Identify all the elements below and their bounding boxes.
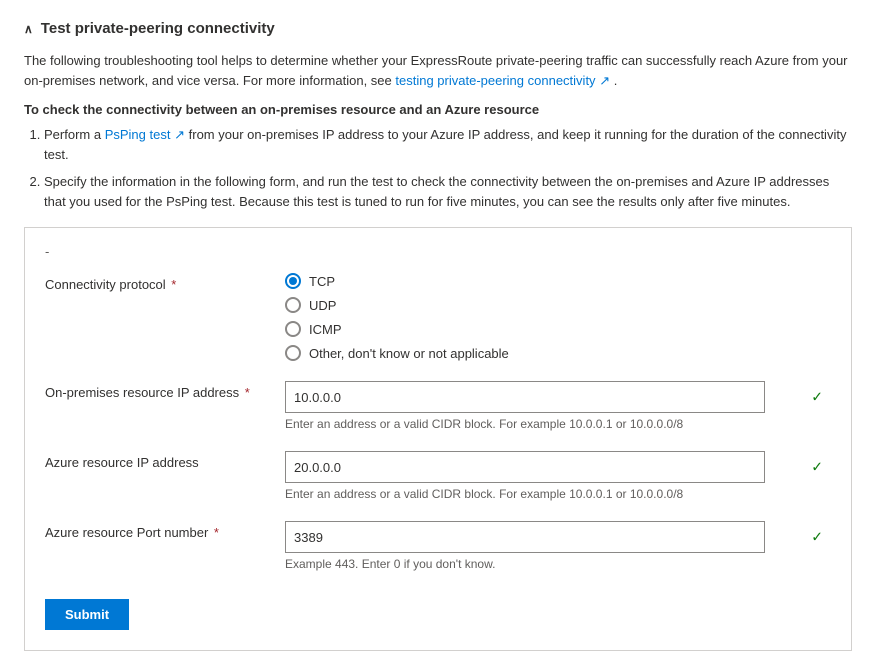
- step-1: Perform a PsPing test ↗ from your on-pre…: [44, 125, 852, 164]
- radio-icmp[interactable]: [285, 321, 301, 337]
- radio-option-other[interactable]: Other, don't know or not applicable: [285, 345, 831, 361]
- private-peering-link[interactable]: testing private-peering connectivity ↗: [395, 73, 613, 88]
- port-wrapper: ✓: [285, 521, 831, 553]
- dash-label: -: [45, 244, 831, 259]
- azure-ip-label-text: Azure resource IP address: [45, 455, 199, 470]
- step-2: Specify the information in the following…: [44, 172, 852, 211]
- submit-button[interactable]: Submit: [45, 599, 129, 630]
- required-star-on-premises: *: [245, 385, 250, 400]
- azure-ip-control: ✓ Enter an address or a valid CIDR block…: [285, 451, 831, 501]
- azure-ip-row: Azure resource IP address ✓ Enter an add…: [45, 451, 831, 501]
- external-link-icon: ↗: [599, 73, 610, 88]
- radio-group-protocol: TCP UDP ICMP Other, don't know or not ap…: [285, 273, 831, 361]
- radio-other[interactable]: [285, 345, 301, 361]
- radio-tcp-label: TCP: [309, 274, 335, 289]
- form-panel: - Connectivity protocol * TCP UDP: [24, 227, 852, 651]
- radio-option-tcp[interactable]: TCP: [285, 273, 831, 289]
- on-premises-check-icon: ✓: [811, 389, 823, 406]
- radio-tcp[interactable]: [285, 273, 301, 289]
- radio-option-udp[interactable]: UDP: [285, 297, 831, 313]
- connectivity-protocol-control: TCP UDP ICMP Other, don't know or not ap…: [285, 273, 831, 361]
- on-premises-ip-input[interactable]: [285, 381, 765, 413]
- on-premises-ip-wrapper: ✓: [285, 381, 831, 413]
- section-title-text: Test private-peering connectivity: [41, 20, 275, 37]
- chevron-up-icon: ∧: [24, 22, 33, 36]
- steps-list: Perform a PsPing test ↗ from your on-pre…: [44, 125, 852, 211]
- connectivity-protocol-row: Connectivity protocol * TCP UDP ICMP: [45, 273, 831, 361]
- port-check-icon: ✓: [811, 529, 823, 546]
- connectivity-protocol-label: Connectivity protocol *: [45, 273, 285, 292]
- radio-icmp-label: ICMP: [309, 322, 342, 337]
- azure-ip-check-icon: ✓: [811, 459, 823, 476]
- step1-text1: Perform a: [44, 127, 101, 142]
- radio-udp-label: UDP: [309, 298, 336, 313]
- psping-link[interactable]: PsPing test ↗: [105, 127, 189, 142]
- on-premises-ip-label-text: On-premises resource IP address: [45, 385, 239, 400]
- azure-ip-wrapper: ✓: [285, 451, 831, 483]
- required-star-protocol: *: [171, 277, 176, 292]
- section-title: ∧ Test private-peering connectivity: [24, 20, 852, 37]
- page-container: ∧ Test private-peering connectivity The …: [24, 20, 852, 651]
- connectivity-protocol-label-text: Connectivity protocol: [45, 277, 166, 292]
- port-label-text: Azure resource Port number: [45, 525, 208, 540]
- port-row: Azure resource Port number * ✓ Example 4…: [45, 521, 831, 571]
- radio-other-label: Other, don't know or not applicable: [309, 346, 509, 361]
- azure-ip-input[interactable]: [285, 451, 765, 483]
- port-label: Azure resource Port number *: [45, 521, 285, 540]
- on-premises-ip-label: On-premises resource IP address *: [45, 381, 285, 400]
- required-star-port: *: [214, 525, 219, 540]
- port-hint: Example 443. Enter 0 if you don't know.: [285, 557, 831, 571]
- private-peering-link-text: testing private-peering connectivity: [395, 73, 595, 88]
- azure-ip-label: Azure resource IP address: [45, 451, 285, 470]
- step2-text: Specify the information in the following…: [44, 174, 829, 209]
- psping-external-icon: ↗: [174, 127, 185, 142]
- description-paragraph: The following troubleshooting tool helps…: [24, 51, 852, 90]
- port-control: ✓ Example 443. Enter 0 if you don't know…: [285, 521, 831, 571]
- bold-header: To check the connectivity between an on-…: [24, 102, 852, 117]
- azure-ip-hint: Enter an address or a valid CIDR block. …: [285, 487, 831, 501]
- radio-udp[interactable]: [285, 297, 301, 313]
- psping-link-text: PsPing test: [105, 127, 171, 142]
- port-input[interactable]: [285, 521, 765, 553]
- on-premises-ip-row: On-premises resource IP address * ✓ Ente…: [45, 381, 831, 431]
- description-text-end: .: [614, 73, 618, 88]
- on-premises-ip-hint: Enter an address or a valid CIDR block. …: [285, 417, 831, 431]
- radio-option-icmp[interactable]: ICMP: [285, 321, 831, 337]
- on-premises-ip-control: ✓ Enter an address or a valid CIDR block…: [285, 381, 831, 431]
